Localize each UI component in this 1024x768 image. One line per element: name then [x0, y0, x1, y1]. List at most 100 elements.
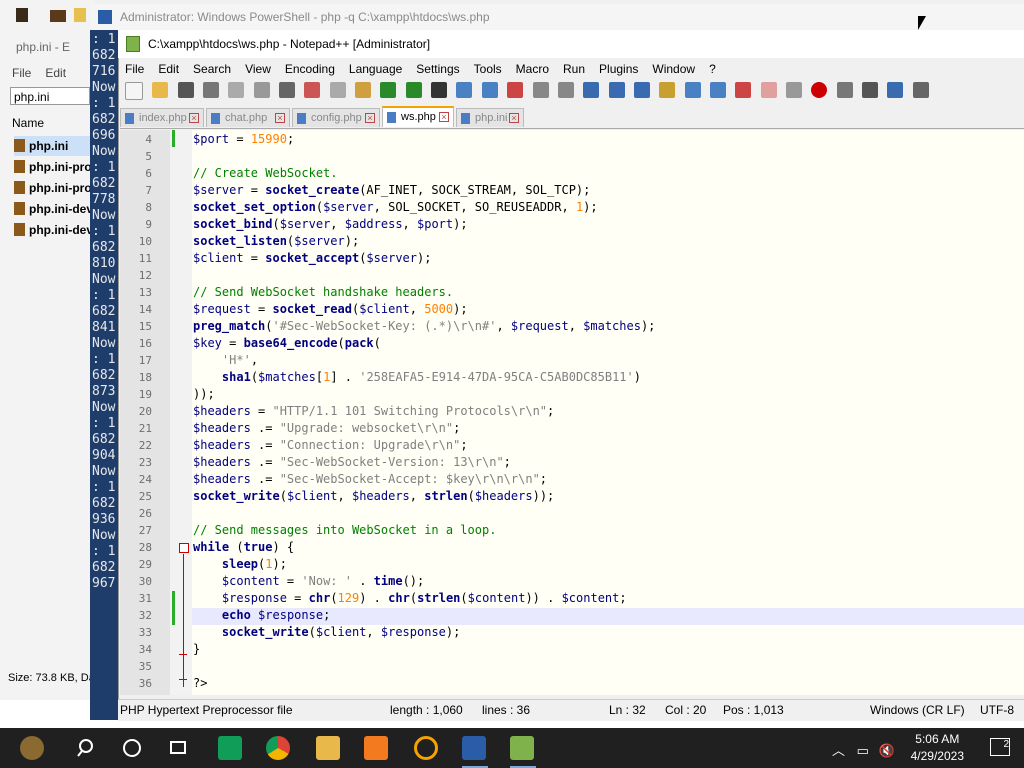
- save-macro-icon[interactable]: [912, 82, 929, 98]
- code-line[interactable]: }: [193, 641, 200, 658]
- explorer-file-item[interactable]: php.ini: [14, 136, 94, 156]
- code-line[interactable]: socket_set_option($server, SOL_SOCKET, S…: [193, 199, 598, 216]
- record-macro-icon[interactable]: [811, 82, 828, 98]
- paste-icon[interactable]: [355, 82, 372, 98]
- chevron-up-icon[interactable]: ︿: [832, 743, 845, 758]
- zoom-in-icon[interactable]: [481, 82, 498, 98]
- start-icon[interactable]: [20, 736, 44, 760]
- menu-help[interactable]: ?: [702, 59, 723, 79]
- menu-window[interactable]: Window: [645, 59, 702, 79]
- code-line[interactable]: $content = 'Now: ' . time();: [193, 573, 424, 590]
- open-file-icon[interactable]: [152, 82, 169, 98]
- eye-icon[interactable]: [785, 82, 802, 98]
- notepadpp-title-bar[interactable]: C:\xampp\htdocs\ws.php - Notepad++ [Admi…: [118, 30, 1024, 58]
- explorer-menu-file[interactable]: File: [12, 66, 31, 80]
- explorer-menu-edit[interactable]: Edit: [45, 66, 66, 80]
- powershell-icon[interactable]: [462, 736, 486, 760]
- close-icon[interactable]: [228, 82, 245, 98]
- close-all-icon[interactable]: [253, 82, 270, 98]
- fold-toggle-icon[interactable]: [179, 543, 189, 553]
- menu-plugins[interactable]: Plugins: [592, 59, 645, 79]
- menu-settings[interactable]: Settings: [409, 59, 466, 79]
- code-line[interactable]: // Create WebSocket.: [193, 165, 338, 182]
- xampp-icon[interactable]: [364, 736, 388, 760]
- code-line[interactable]: $key = base64_encode(pack(: [193, 335, 381, 352]
- tab-ws-php[interactable]: ws.php ×: [382, 106, 454, 127]
- tab-chat-php[interactable]: chat.php ×: [206, 108, 290, 127]
- tab-php-ini[interactable]: php.ini ×: [456, 108, 524, 127]
- find-icon[interactable]: [431, 82, 448, 98]
- copy-icon[interactable]: [329, 82, 346, 98]
- code-line[interactable]: socket_bind($server, $address, $port);: [193, 216, 468, 233]
- menu-run[interactable]: Run: [556, 59, 592, 79]
- chrome-icon[interactable]: [266, 736, 290, 760]
- new-file-icon[interactable]: [125, 82, 143, 100]
- notepadpp-icon[interactable]: [510, 736, 534, 760]
- search-icon[interactable]: [74, 736, 98, 760]
- explorer-file-item[interactable]: php.ini-deve: [14, 199, 94, 219]
- tab-config-php[interactable]: config.php ×: [292, 108, 380, 127]
- sync-horizontal-icon[interactable]: [557, 82, 574, 98]
- code-line[interactable]: // Send messages into WebSocket in a loo…: [193, 522, 496, 539]
- network-icon[interactable]: ▭: [857, 743, 869, 758]
- code-line[interactable]: $headers .= "Upgrade: websocket\r\n";: [193, 420, 460, 437]
- sheets-icon[interactable]: [218, 736, 242, 760]
- powershell-title-bar[interactable]: Administrator: Windows PowerShell - php …: [90, 4, 1024, 30]
- cortana-icon[interactable]: [120, 736, 144, 760]
- explorer-address-input[interactable]: php.ini: [10, 87, 90, 105]
- file-explorer-icon[interactable]: [316, 736, 340, 760]
- code-line[interactable]: $request = socket_read($client, 5000);: [193, 301, 468, 318]
- status-eol[interactable]: Windows (CR LF): [870, 700, 965, 721]
- close-tab-icon[interactable]: ×: [275, 113, 285, 123]
- function-list-icon[interactable]: [709, 82, 726, 98]
- save-all-icon[interactable]: [203, 82, 220, 98]
- explorer-file-item[interactable]: php.ini-pro: [14, 157, 94, 177]
- search-app-icon[interactable]: [414, 736, 438, 760]
- cut-icon[interactable]: [304, 82, 321, 98]
- redo-icon[interactable]: [405, 82, 422, 98]
- code-line[interactable]: $server = socket_create(AF_INET, SOCK_ST…: [193, 182, 590, 199]
- show-all-chars-icon[interactable]: [608, 82, 625, 98]
- doc-map-icon[interactable]: [684, 82, 701, 98]
- code-line[interactable]: $headers .= "Connection: Upgrade\r\n";: [193, 437, 468, 454]
- code-line[interactable]: socket_write($client, $headers, strlen($…: [193, 488, 554, 505]
- print-icon[interactable]: [279, 82, 296, 98]
- code-line[interactable]: $headers .= "Sec-WebSocket-Accept: $key\…: [193, 471, 547, 488]
- code-line[interactable]: $headers .= "Sec-WebSocket-Version: 13\r…: [193, 454, 511, 471]
- code-line[interactable]: while (true) {: [193, 539, 294, 556]
- tab-index-php[interactable]: index.php ×: [120, 108, 204, 127]
- clock[interactable]: 5:06 AM 4/29/2023: [911, 731, 964, 765]
- undo-icon[interactable]: [380, 82, 397, 98]
- close-tab-icon[interactable]: ×: [189, 113, 199, 123]
- close-tab-icon[interactable]: ×: [439, 112, 449, 122]
- code-line[interactable]: socket_listen($server);: [193, 233, 359, 250]
- explorer-column-name[interactable]: Name: [12, 116, 44, 130]
- menu-tools[interactable]: Tools: [467, 59, 509, 79]
- sync-vertical-icon[interactable]: [532, 82, 549, 98]
- code-line[interactable]: // Send WebSocket handshake headers.: [193, 284, 453, 301]
- user-language-icon[interactable]: [659, 82, 676, 98]
- word-wrap-icon[interactable]: [583, 82, 600, 98]
- save-icon[interactable]: [177, 82, 194, 98]
- code-line[interactable]: socket_write($client, $response);: [193, 624, 460, 641]
- menu-edit[interactable]: Edit: [151, 59, 186, 79]
- notification-icon[interactable]: 2: [990, 738, 1010, 756]
- menu-search[interactable]: Search: [186, 59, 238, 79]
- run-macro-multiple-icon[interactable]: [887, 82, 904, 98]
- code-line[interactable]: $headers = "HTTP/1.1 101 Switching Proto…: [193, 403, 554, 420]
- menu-file[interactable]: File: [118, 59, 151, 79]
- code-line[interactable]: sleep(1);: [193, 556, 287, 573]
- code-line[interactable]: $response = chr(129) . chr(strlen($conte…: [193, 590, 627, 607]
- task-view-icon[interactable]: [166, 736, 190, 760]
- code-line[interactable]: ));: [193, 386, 215, 403]
- menu-view[interactable]: View: [238, 59, 278, 79]
- code-line[interactable]: ?>: [193, 675, 207, 692]
- code-line[interactable]: echo $response;: [193, 607, 330, 624]
- status-encoding[interactable]: UTF-8: [980, 700, 1014, 721]
- code-line[interactable]: $client = socket_accept($server);: [193, 250, 431, 267]
- stop-macro-icon[interactable]: [836, 82, 853, 98]
- system-tray[interactable]: ︿ ▭ 🔇: [832, 740, 895, 759]
- code-line[interactable]: preg_match('#Sec-WebSocket-Key: (.*)\r\n…: [193, 318, 655, 335]
- code-line[interactable]: sha1($matches[1] . '258EAFA5-E914-47DA-9…: [193, 369, 641, 386]
- zoom-out-icon[interactable]: [507, 82, 524, 98]
